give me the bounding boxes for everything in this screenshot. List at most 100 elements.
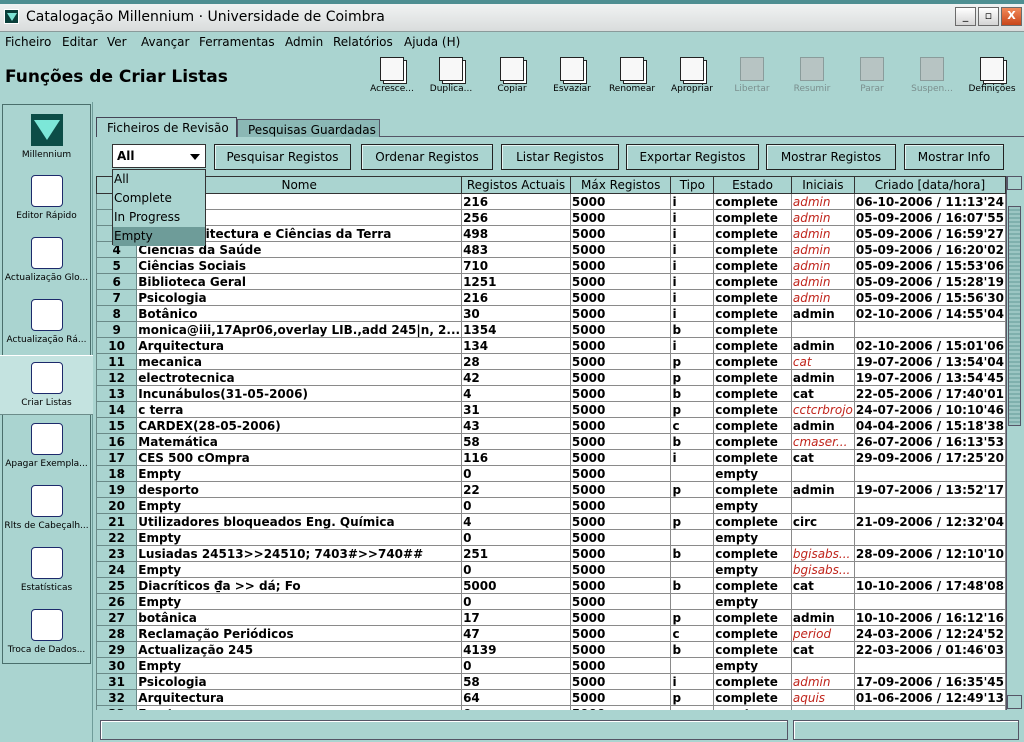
- column-header[interactable]: Máx Registos: [569, 176, 672, 194]
- table-row[interactable]: 9 monica@iii,17Apr06,overlay LIB.,add 245…: [96, 321, 1006, 338]
- scrollbar-thumb[interactable]: [1008, 206, 1021, 426]
- filter-option-in-progress[interactable]: In Progress: [113, 208, 205, 227]
- table-row[interactable]: 16 Matemática 58 5000 b complete cmaser... 26-0…: [96, 433, 1006, 450]
- table-row[interactable]: 23 Lusiadas 24513>>24510; 7403#>>740## 251…: [96, 545, 1006, 562]
- table-row[interactable]: 7 Psicologia 216 5000 i complete admin 05-09-20…: [96, 289, 1006, 306]
- sidebar-item-rapid-update[interactable]: Actualização Rá...: [0, 293, 93, 353]
- sidebar-item-statistics[interactable]: Estatísticas: [0, 541, 93, 601]
- table-row[interactable]: 22 Empty 0 5000 empty: [96, 529, 1006, 546]
- sidebar-item-data-exchange[interactable]: Troca de Dados...: [0, 603, 93, 663]
- table-row[interactable]: 10 Arquitectura 134 5000 i complete admin 02-10…: [96, 337, 1006, 354]
- column-header[interactable]: Criado [data/hora]: [853, 176, 1006, 194]
- menu-admin[interactable]: Admin: [285, 35, 323, 49]
- table-row[interactable]: 12 electrotecnica 42 5000 p complete admin 19-0…: [96, 369, 1006, 386]
- table-row[interactable]: 28 Reclamação Periódicos 47 5000 c complete pe…: [96, 625, 1006, 642]
- table-row[interactable]: 11 mecanica 28 5000 p complete cat 19-07-2006 /…: [96, 353, 1006, 370]
- table-row[interactable]: 19 desporto 22 5000 p complete admin 19-07-2006…: [96, 481, 1006, 498]
- sidebar-item-headings-reports[interactable]: Rlts de Cabeçalh...: [0, 479, 93, 539]
- scroll-down-arrow-icon[interactable]: [1007, 695, 1022, 709]
- suspend-tool-button[interactable]: Suspen...: [902, 55, 962, 97]
- duplicate-tool-button[interactable]: Duplica...: [421, 55, 481, 97]
- menu-editar[interactable]: Editar: [62, 35, 98, 49]
- table-row[interactable]: 17 CES 500 cOmpra 116 5000 i complete cat 29-09…: [96, 449, 1006, 466]
- column-header[interactable]: Registos Actuais: [461, 176, 571, 194]
- menu-ver[interactable]: Ver: [107, 35, 127, 49]
- mostrar-registos-button[interactable]: Mostrar Registos: [766, 144, 896, 170]
- table-row[interactable]: 13 Incunábulos(31-05-2006) 4 5000 b complete c…: [96, 385, 1006, 402]
- table-row[interactable]: 30 Empty 0 5000 empty: [96, 657, 1006, 674]
- table-cell: 29: [96, 641, 138, 658]
- table-cell: electrotecnica: [136, 369, 463, 386]
- table-row[interactable]: 27 botânica 17 5000 p complete admin 10-10-2006…: [96, 609, 1006, 626]
- menu-relatorios[interactable]: Relatórios: [333, 35, 393, 49]
- table-row[interactable]: 15 CARDEX(28-05-2006) 43 5000 c complete admin…: [96, 417, 1006, 434]
- resume-icon: [800, 57, 824, 81]
- pesquisar-registos-button[interactable]: Pesquisar Registos: [214, 144, 351, 170]
- tab-pesquisas-guardadas[interactable]: Pesquisas Guardadas: [237, 119, 380, 137]
- scroll-up-arrow-icon[interactable]: [1007, 176, 1022, 190]
- table-row[interactable]: 21 Utilizadores bloqueados Eng. Química 4 5…: [96, 513, 1006, 530]
- table-row[interactable]: 5 Ciências Sociais 710 5000 i complete admin 05…: [96, 257, 1006, 274]
- copy-tool-button[interactable]: Copiar: [482, 55, 542, 97]
- close-button[interactable]: X: [1001, 7, 1022, 26]
- column-header[interactable]: Tipo: [670, 176, 715, 194]
- menu-ferramentas[interactable]: Ferramentas: [199, 35, 275, 49]
- filter-select[interactable]: All: [112, 144, 206, 168]
- table-row[interactable]: 20 Empty 0 5000 empty: [96, 497, 1006, 514]
- copy-icon: [500, 57, 524, 81]
- listar-registos-button[interactable]: Listar Registos: [501, 144, 619, 170]
- table-row[interactable]: 3eria, Arquitectura e Ciências da Terra4…: [96, 225, 1006, 242]
- resume-tool-button[interactable]: Resumir: [782, 55, 842, 97]
- exportar-registos-button[interactable]: Exportar Registos: [626, 144, 759, 170]
- table-cell: i: [670, 209, 715, 226]
- table-cell: Empty: [136, 465, 463, 482]
- table-cell: 19-07-2006 / 13:54'45: [853, 369, 1006, 386]
- sidebar-item-create-lists[interactable]: Criar Listas: [0, 355, 93, 415]
- sidebar-item-delete-items[interactable]: Apagar Exempla...: [0, 417, 93, 477]
- minimize-button[interactable]: _: [955, 7, 976, 26]
- table-row[interactable]: 14 c terra 31 5000 p complete cctcrbrojo 24-07-…: [96, 401, 1006, 418]
- table-row[interactable]: 26 Empty 0 5000 empty: [96, 593, 1006, 610]
- sidebar-item-millennium[interactable]: Millennium: [0, 108, 93, 168]
- table-cell: 5000: [569, 689, 672, 706]
- sidebar-item-global-update[interactable]: Actualização Glo...: [0, 231, 93, 291]
- table-row[interactable]: 33Empty05000 empty: [96, 705, 1006, 710]
- stop-tool-button[interactable]: Parar: [842, 55, 902, 97]
- column-header[interactable]: Iniciais: [790, 176, 855, 194]
- settings-tool-button[interactable]: Definições: [962, 55, 1022, 97]
- table-cell: 5000: [569, 337, 672, 354]
- filter-option-empty[interactable]: Empty: [113, 227, 205, 246]
- menu-ajuda[interactable]: Ajuda (H): [404, 35, 460, 49]
- maximize-button[interactable]: ▫: [978, 7, 999, 26]
- column-header[interactable]: Estado: [713, 176, 792, 194]
- filter-option-all[interactable]: All: [113, 170, 205, 189]
- table-row[interactable]: 32 Arquitectura 64 5000 p complete aquis 01-06-…: [96, 689, 1006, 706]
- appropriate-tool-button[interactable]: Apropriar: [662, 55, 722, 97]
- table-row[interactable]: 31 Psicologia 58 5000 i complete admin 17-09-20…: [96, 673, 1006, 690]
- table-row[interactable]: 24 Empty 0 5000 empty bgisabs...: [96, 561, 1006, 578]
- table-row[interactable]: 6 Biblioteca Geral 1251 5000 i complete admin 0…: [96, 273, 1006, 290]
- ordenar-registos-button[interactable]: Ordenar Registos: [361, 144, 493, 170]
- rename-tool-button[interactable]: Renomear: [602, 55, 662, 97]
- table-row[interactable]: 25 Diacríticos ₫a >> dá; Fo 5000 5000 b compl…: [96, 577, 1006, 594]
- table-row[interactable]: 18 Empty 0 5000 empty: [96, 465, 1006, 482]
- empty-tool-button[interactable]: Esvaziar: [542, 55, 602, 97]
- release-tool-button[interactable]: Libertar: [722, 55, 782, 97]
- table-cell: 7: [96, 289, 138, 306]
- table-row[interactable]: 29 Actualização 245 4139 5000 b complete cat 22…: [96, 641, 1006, 658]
- table-row[interactable]: 8 Botânico 30 5000 i complete admin 02-10-2006 …: [96, 305, 1006, 322]
- vertical-scrollbar[interactable]: [1006, 176, 1022, 710]
- mostrar-info-button[interactable]: Mostrar Info: [904, 144, 1004, 170]
- filter-option-complete[interactable]: Complete: [113, 189, 205, 208]
- sidebar-item-quick-editor[interactable]: Editor Rápido: [0, 169, 93, 229]
- tab-ficheiros-de-revisao[interactable]: Ficheiros de Revisão: [96, 117, 237, 137]
- append-tool-button[interactable]: Acresce...: [362, 55, 422, 97]
- menu-avancar[interactable]: Avançar: [141, 35, 189, 49]
- table-row[interactable]: 4 Ciências da Saúde 483 5000 i complete admin 0…: [96, 241, 1006, 258]
- table-row[interactable]: 2s da Vida2565000icompleteadmin05-09-200…: [96, 209, 1006, 226]
- table-row[interactable]: 1s Básicas2165000icompleteadmin06-10-200…: [96, 193, 1006, 210]
- table-cell: 32: [96, 689, 138, 706]
- menu-ficheiro[interactable]: Ficheiro: [5, 35, 51, 49]
- table-cell: [670, 465, 715, 482]
- table-cell: cat: [790, 385, 855, 402]
